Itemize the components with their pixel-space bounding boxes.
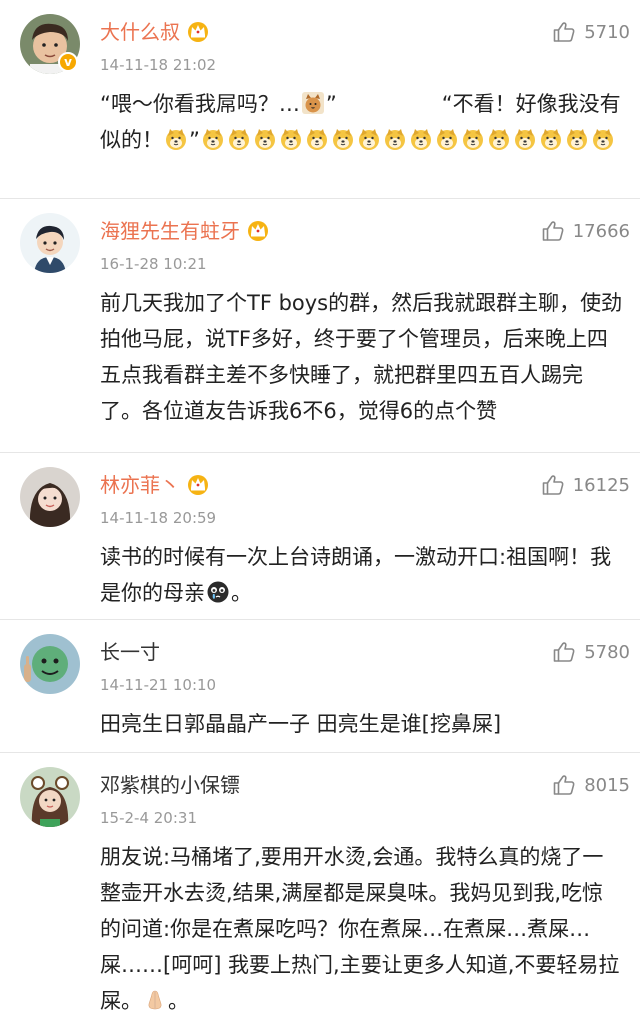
thumbs-up-icon: [541, 219, 565, 243]
doge-emoji-row: [200, 128, 616, 152]
avatar[interactable]: [20, 634, 80, 694]
comment-feed: v 大什么叔 14-11-18 21:02 5710 “喂～你看我屌吗？…” “…: [0, 0, 640, 1013]
comment-text-part: 。: [231, 581, 252, 605]
thumbs-up-icon: [552, 773, 576, 797]
green-face-avatar-icon: [20, 634, 80, 694]
cat-emoji-icon: [301, 91, 325, 115]
doge-emoji-icon: [305, 127, 329, 151]
doge-emoji-icon: [164, 127, 188, 151]
vip-crown-icon: [186, 20, 210, 42]
username[interactable]: 大什么叔: [100, 18, 210, 46]
comment-item: v 大什么叔 14-11-18 21:02 5710 “喂～你看我屌吗？…” “…: [0, 0, 640, 199]
doge-emoji-icon: [539, 127, 563, 151]
like-count: 17666: [572, 220, 630, 242]
username[interactable]: 长一寸: [100, 638, 160, 666]
username-text: 大什么叔: [100, 20, 180, 44]
avatar[interactable]: [20, 213, 80, 273]
doge-emoji-icon: [565, 127, 589, 151]
doge-emoji-icon: [461, 127, 485, 151]
like-button[interactable]: 5780: [552, 638, 630, 666]
comment-item: 邓紫棋的小保镖 15-2-4 20:31 8015 朋友说:马桶堵了,要用开水烫…: [0, 753, 640, 1013]
like-button[interactable]: 5710: [552, 18, 630, 46]
doge-emoji-icon: [331, 127, 355, 151]
crying-emoji-icon: [206, 580, 230, 604]
doge-emoji-icon: [279, 127, 303, 151]
like-count: 5780: [584, 641, 630, 663]
like-count: 8015: [584, 774, 630, 796]
doge-emoji-icon: [591, 127, 615, 151]
doge-emoji-icon: [201, 127, 225, 151]
comment-item: 海狸先生有蛀牙 16-1-28 10:21 17666 前几天我加了个TF bo…: [0, 199, 640, 453]
doge-emoji-icon: [357, 127, 381, 151]
doge-emoji-icon: [409, 127, 433, 151]
cartoon-man-avatar-icon: [20, 213, 80, 273]
comment-time: 14-11-18 21:02: [100, 56, 217, 74]
woman-avatar-icon: [20, 467, 80, 527]
like-button[interactable]: 16125: [541, 471, 630, 499]
thumbs-up-icon: [541, 473, 565, 497]
comment-time: 16-1-28 10:21: [100, 255, 207, 273]
thumbs-up-icon: [552, 20, 576, 44]
comment-text: 前几天我加了个TF boys的群，然后我就跟群主聊，使劲拍他马屁，说TF多好，终…: [100, 291, 623, 423]
like-button[interactable]: 8015: [552, 771, 630, 799]
verified-badge-icon: v: [58, 52, 78, 72]
username[interactable]: 邓紫棋的小保镖: [100, 771, 240, 799]
comment-text: “喂～你看我屌吗？…” “不看！好像我没有似的！”: [100, 86, 624, 158]
girl-avatar-icon: [20, 767, 80, 827]
comment-text-part: 。: [168, 989, 189, 1013]
comment-item: 长一寸 14-11-21 10:10 5780 田亮生日郭晶晶产一子 田亮生是谁…: [0, 620, 640, 753]
username[interactable]: 海狸先生有蛀牙: [100, 217, 270, 245]
like-count: 16125: [572, 474, 630, 496]
comment-text-part: ”: [189, 128, 200, 152]
comment-text-part: “喂～你看我屌吗？…: [100, 92, 300, 116]
comment-time: 15-2-4 20:31: [100, 809, 197, 827]
vip-crown-icon: [246, 219, 270, 241]
comment-text: 朋友说:马桶堵了,要用开水烫,会通。我特么真的烧了一整壶开水去烫,结果,满屋都是…: [100, 839, 624, 1019]
doge-emoji-icon: [227, 127, 251, 151]
like-button[interactable]: 17666: [541, 217, 630, 245]
praying-hands-emoji-icon: [143, 988, 167, 1012]
comment-text: 读书的时候有一次上台诗朗诵，一激动开口:祖国啊！我是你的母亲。: [100, 539, 624, 611]
vip-crown-icon: [186, 473, 210, 495]
comment-time: 14-11-21 10:10: [100, 676, 217, 694]
comment-item: 林亦菲丶 14-11-18 20:59 16125 读书的时候有一次上台诗朗诵，…: [0, 453, 640, 620]
thumbs-up-icon: [552, 640, 576, 664]
doge-emoji-icon: [383, 127, 407, 151]
avatar[interactable]: [20, 467, 80, 527]
avatar[interactable]: [20, 767, 80, 827]
username[interactable]: 林亦菲丶: [100, 471, 210, 499]
doge-emoji-icon: [487, 127, 511, 151]
doge-emoji-icon: [435, 127, 459, 151]
comment-text-part: 朋友说:马桶堵了,要用开水烫,会通。我特么真的烧了一整壶开水去烫,结果,满屋都是…: [100, 845, 620, 1013]
comment-text: 田亮生日郭晶晶产一子 田亮生是谁[挖鼻屎]: [100, 712, 502, 736]
doge-emoji-icon: [513, 127, 537, 151]
like-count: 5710: [584, 21, 630, 43]
comment-text-part: 读书的时候有一次上台诗朗诵，一激动开口:祖国啊！我是你的母亲: [100, 545, 612, 605]
username-text: 林亦菲丶: [100, 473, 180, 497]
username-text: 海狸先生有蛀牙: [100, 219, 240, 243]
doge-emoji-icon: [253, 127, 277, 151]
comment-time: 14-11-18 20:59: [100, 509, 217, 527]
